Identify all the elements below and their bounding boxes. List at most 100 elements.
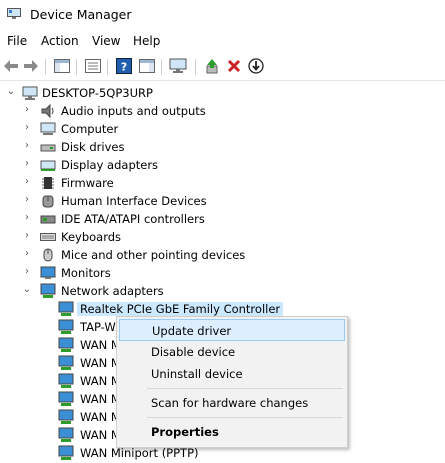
properties-icon[interactable] [84, 57, 102, 75]
computer-icon [22, 86, 38, 100]
update-driver-icon[interactable] [203, 57, 221, 75]
tree-root-label: DESKTOP-5QP3URP [42, 86, 153, 100]
tree-category[interactable]: › Mice and other pointing devices [0, 246, 445, 264]
device-label: Realtek PCIe GbE Family Controller [77, 302, 284, 316]
device-label: WAN M [80, 410, 121, 424]
scan-hardware-menu-item[interactable]: Scan for hardware changes [119, 392, 345, 414]
tree-category[interactable]: › IDE ATA/ATAPI controllers [0, 210, 445, 228]
monitor-icon [40, 266, 56, 279]
device-label: WAN M [80, 392, 121, 406]
tree-category[interactable]: › Human Interface Devices [0, 192, 445, 210]
category-label: Display adapters [61, 158, 159, 172]
device-manager-app-icon [7, 8, 21, 19]
speaker-icon [41, 103, 54, 119]
scan-hardware-label: Scan for hardware changes [151, 396, 309, 410]
update-driver-label: Update driver [152, 324, 232, 338]
chevron-right-icon[interactable]: › [22, 123, 32, 133]
category-label: Keyboards [61, 230, 122, 244]
enable-device-icon[interactable] [247, 57, 265, 75]
properties-label: Properties [151, 425, 219, 439]
category-label: Network adapters [61, 284, 164, 298]
device-label: WAN Miniport (PPTP) [80, 446, 199, 460]
display-adapter-icon [40, 160, 56, 171]
device-label: TAP-W [80, 320, 116, 334]
mouse-icon [43, 248, 53, 262]
network-adapter-icon [58, 373, 74, 388]
uninstall-device-menu-item[interactable]: Uninstall device [119, 363, 345, 385]
update-driver-menu-item[interactable]: Update driver [119, 319, 345, 341]
category-label: Disk drives [61, 140, 125, 154]
tree-category[interactable]: › Computer [0, 120, 445, 138]
network-adapter-icon [58, 337, 74, 352]
network-adapter-icon [58, 391, 74, 406]
menu-view[interactable]: View [92, 34, 120, 48]
category-label: Human Interface Devices [61, 194, 207, 208]
device-label: WAN M [80, 356, 121, 370]
keyboard-icon [40, 233, 56, 241]
network-adapter-icon [58, 301, 74, 316]
network-adapter-icon [58, 409, 74, 424]
tree-category[interactable]: › Audio inputs and outputs [0, 102, 445, 120]
chevron-right-icon[interactable]: › [22, 177, 32, 187]
menu-bar: File Action View Help [0, 30, 445, 52]
forward-icon[interactable] [22, 57, 40, 75]
category-label: Monitors [61, 266, 111, 280]
menu-action[interactable]: Action [41, 34, 79, 48]
context-menu: Update driver Disable device Uninstall d… [116, 316, 348, 448]
firmware-chip-icon [42, 177, 54, 189]
menu-separator [147, 388, 343, 389]
help-icon[interactable]: ? [115, 57, 133, 75]
chevron-right-icon[interactable]: › [22, 231, 32, 241]
toolbar-separator [161, 59, 162, 75]
chevron-down-icon[interactable]: ⌄ [6, 87, 16, 97]
network-adapter-icon [58, 445, 74, 460]
chevron-down-icon[interactable]: ⌄ [22, 285, 32, 295]
uninstall-device-label: Uninstall device [151, 367, 243, 381]
chevron-right-icon[interactable]: › [22, 105, 32, 115]
action-pane-icon[interactable] [138, 57, 156, 75]
tree-category[interactable]: › Display adapters [0, 156, 445, 174]
device-label: WAN M [80, 428, 121, 442]
tree-root[interactable]: ⌄ DESKTOP-5QP3URP [0, 84, 445, 102]
show-hide-console-tree-icon[interactable] [53, 57, 71, 75]
tree-category-expanded[interactable]: ⌄ Network adapters [0, 282, 445, 300]
display-icon[interactable] [169, 57, 187, 75]
toolbar-separator [76, 59, 77, 75]
disable-device-label: Disable device [151, 345, 236, 359]
disk-drive-icon [40, 144, 56, 152]
toolbar-separator [195, 59, 196, 75]
hid-icon [42, 195, 54, 208]
category-label: Computer [61, 122, 119, 136]
svg-text:?: ? [121, 61, 127, 74]
tree-category[interactable]: › Disk drives [0, 138, 445, 156]
disable-device-menu-item[interactable]: Disable device [119, 341, 345, 363]
device-label: WAN M [80, 374, 121, 388]
toolbar-separator [45, 59, 46, 75]
tree-category[interactable]: › Monitors [0, 264, 445, 282]
toolbar-separator [107, 59, 108, 75]
tree-category[interactable]: › Keyboards [0, 228, 445, 246]
chevron-right-icon[interactable]: › [22, 141, 32, 151]
chevron-right-icon[interactable]: › [22, 159, 32, 169]
title-bar: Device Manager [0, 0, 445, 30]
properties-menu-item[interactable]: Properties [119, 421, 345, 443]
chevron-right-icon[interactable]: › [22, 195, 32, 205]
window-title: Device Manager [30, 7, 132, 22]
chevron-right-icon[interactable]: › [22, 249, 32, 259]
network-adapter-icon [58, 355, 74, 370]
device-label: WAN M [80, 338, 121, 352]
uninstall-icon[interactable] [225, 57, 243, 75]
menu-file[interactable]: File [7, 34, 27, 48]
category-label: Mice and other pointing devices [61, 248, 246, 262]
tree-category[interactable]: › Firmware [0, 174, 445, 192]
computer-icon [40, 122, 56, 135]
back-icon[interactable] [2, 57, 20, 75]
chevron-right-icon[interactable]: › [22, 213, 32, 223]
ide-controller-icon [40, 215, 56, 224]
menu-separator [147, 417, 343, 418]
category-label: IDE ATA/ATAPI controllers [61, 212, 205, 226]
menu-help[interactable]: Help [133, 34, 160, 48]
chevron-right-icon[interactable]: › [22, 267, 32, 277]
network-adapter-icon [58, 427, 74, 442]
category-label: Audio inputs and outputs [61, 104, 206, 118]
